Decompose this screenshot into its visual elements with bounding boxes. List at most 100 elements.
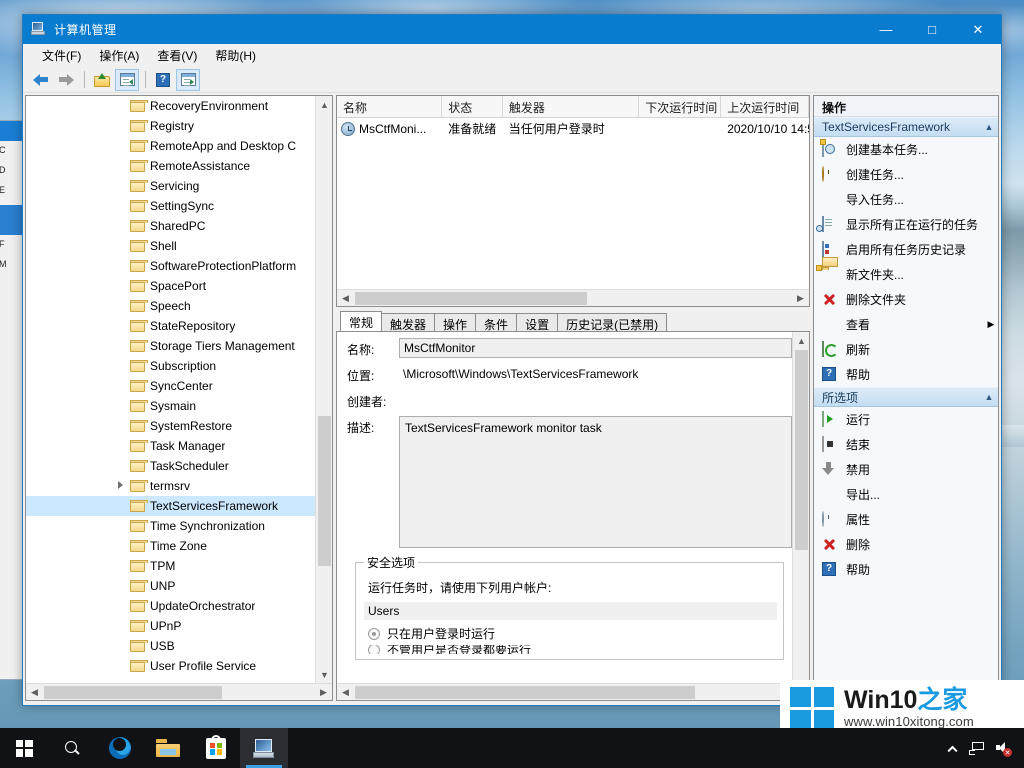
tree-item[interactable]: RecoveryEnvironment (26, 96, 315, 116)
show-hidden-icons-button[interactable] (938, 728, 964, 768)
forward-button[interactable] (54, 69, 78, 91)
action-item[interactable]: ?帮助 (814, 362, 998, 387)
tree-item[interactable]: USB (26, 636, 315, 656)
action-item[interactable]: 删除 (814, 532, 998, 557)
scroll-down-arrow[interactable]: ▼ (316, 666, 332, 683)
help-button[interactable]: ? (151, 69, 175, 91)
edge-button[interactable] (96, 728, 144, 768)
search-button[interactable] (48, 728, 96, 768)
tree-item[interactable]: TPM (26, 556, 315, 576)
action-item[interactable]: 导入任务... (814, 187, 998, 212)
detail-tab[interactable]: 操作 (434, 313, 476, 332)
tree-item[interactable]: SharedPC (26, 216, 315, 236)
menu-item-file[interactable]: 文件(F) (33, 45, 90, 66)
tree-item[interactable]: termsrv (26, 476, 315, 496)
detail-tab[interactable]: 触发器 (381, 313, 435, 332)
scroll-left-arrow[interactable]: ◀ (337, 684, 354, 701)
tree-item[interactable]: User Profile Service (26, 656, 315, 676)
file-explorer-button[interactable] (144, 728, 192, 768)
menu-item-view[interactable]: 查看(V) (148, 45, 206, 66)
up-one-level-button[interactable] (90, 69, 114, 91)
collapse-caret-icon[interactable]: ▲ (980, 392, 998, 402)
scroll-up-arrow[interactable]: ▲ (793, 332, 810, 349)
action-item[interactable]: 结束 (814, 432, 998, 457)
detail-tab[interactable]: 历史记录(已禁用) (557, 313, 667, 332)
microsoft-store-button[interactable] (192, 728, 240, 768)
volume-button[interactable]: ✕ (990, 728, 1016, 768)
scroll-left-arrow[interactable]: ◀ (26, 684, 43, 701)
tree-item[interactable]: SystemRestore (26, 416, 315, 436)
tree-item[interactable]: Time Zone (26, 536, 315, 556)
action-item[interactable]: 属性 (814, 507, 998, 532)
tree-item[interactable]: SettingSync (26, 196, 315, 216)
tree-item[interactable]: Servicing (26, 176, 315, 196)
tree-item[interactable]: RemoteAssistance (26, 156, 315, 176)
tree-item[interactable]: Subscription (26, 356, 315, 376)
action-item[interactable]: 删除文件夹 (814, 287, 998, 312)
column-header[interactable]: 上次运行时间 (721, 96, 809, 117)
task-list[interactable]: 名称状态触发器下次运行时间上次运行时间 MsCtfMoni...准备就绪当任何用… (336, 95, 810, 307)
tree-item[interactable]: UpdateOrchestrator (26, 596, 315, 616)
tree-item[interactable]: SoftwareProtectionPlatform (26, 256, 315, 276)
menu-item-action[interactable]: 操作(A) (90, 45, 148, 66)
back-button[interactable] (29, 69, 53, 91)
computer-management-button[interactable] (240, 728, 288, 768)
action-item[interactable]: 导出... (814, 482, 998, 507)
action-item[interactable]: 查看▶ (814, 312, 998, 337)
column-header[interactable]: 状态 (442, 96, 503, 117)
detail-tab[interactable]: 条件 (475, 313, 517, 332)
description-field[interactable]: TextServicesFramework monitor task (399, 416, 792, 548)
action-item[interactable]: 刷新 (814, 337, 998, 362)
tree-horizontal-scrollbar[interactable]: ◀ ▶ (26, 683, 332, 700)
window-titlebar[interactable]: 计算机管理 — □ ✕ (23, 15, 1001, 44)
submenu-arrow-icon[interactable]: ▶ (984, 319, 998, 330)
tree-item[interactable]: RemoteApp and Desktop C (26, 136, 315, 156)
action-item[interactable]: 创建基本任务... (814, 137, 998, 162)
scroll-up-arrow[interactable]: ▲ (316, 96, 332, 113)
tree-item[interactable]: TaskScheduler (26, 456, 315, 476)
action-item[interactable]: 禁用 (814, 457, 998, 482)
detail-tab[interactable]: 常规 (340, 311, 382, 331)
minimize-button[interactable]: — (863, 15, 909, 44)
tree-item[interactable]: Sysmain (26, 396, 315, 416)
tree-item[interactable]: Time Synchronization (26, 516, 315, 536)
action-item[interactable]: ?帮助 (814, 557, 998, 582)
tree-item[interactable]: TextServicesFramework (26, 496, 315, 516)
task-row[interactable]: MsCtfMoni...准备就绪当任何用户登录时2020/10/10 14:53 (337, 118, 809, 139)
detail-tab[interactable]: 设置 (516, 313, 558, 332)
show-hide-action-pane-button[interactable] (176, 69, 200, 91)
tree-item[interactable]: UNP (26, 576, 315, 596)
tree-item[interactable]: SpacePort (26, 276, 315, 296)
action-item[interactable]: 启用所有任务历史记录 (814, 237, 998, 262)
action-item[interactable]: 显示所有正在运行的任务 (814, 212, 998, 237)
detail-vertical-scrollbar[interactable]: ▲ ▼ (792, 332, 809, 700)
tree-item[interactable]: Speech (26, 296, 315, 316)
name-field[interactable]: MsCtfMonitor (399, 338, 792, 358)
tree-item[interactable]: Registry (26, 116, 315, 136)
expand-chevron-icon[interactable] (118, 481, 123, 489)
action-item[interactable]: 创建任务... (814, 162, 998, 187)
action-item[interactable]: 运行 (814, 407, 998, 432)
column-header[interactable]: 下次运行时间 (639, 96, 721, 117)
scroll-left-arrow[interactable]: ◀ (337, 290, 354, 307)
tree-item[interactable]: Storage Tiers Management (26, 336, 315, 356)
radio-run-only-when-logged-in[interactable]: 只在用户登录时运行 (368, 625, 777, 642)
actions-group-header[interactable]: 所选项▲ (814, 387, 998, 407)
tree-item[interactable]: UPnP (26, 616, 315, 636)
tree-vertical-scrollbar[interactable]: ▲ ▼ (315, 96, 332, 683)
close-button[interactable]: ✕ (955, 15, 1001, 44)
action-item[interactable]: 新文件夹... (814, 262, 998, 287)
network-button[interactable] (964, 728, 990, 768)
user-account-value[interactable]: Users (364, 602, 777, 620)
task-list-horizontal-scrollbar[interactable]: ◀ ▶ (337, 289, 809, 306)
actions-group-header[interactable]: TextServicesFramework▲ (814, 117, 998, 137)
tree-item[interactable]: Task Manager (26, 436, 315, 456)
scroll-right-arrow[interactable]: ▶ (792, 290, 809, 307)
maximize-button[interactable]: □ (909, 15, 955, 44)
scroll-right-arrow[interactable]: ▶ (315, 684, 332, 701)
tree-item[interactable]: StateRepository (26, 316, 315, 336)
collapse-caret-icon[interactable]: ▲ (980, 122, 998, 132)
start-button[interactable] (0, 728, 48, 768)
detail-horizontal-scrollbar[interactable]: ◀ ▶ (337, 683, 809, 700)
radio-run-whether-logged-in-or-not[interactable]: 不管用户是否登录都要运行 (368, 645, 777, 654)
